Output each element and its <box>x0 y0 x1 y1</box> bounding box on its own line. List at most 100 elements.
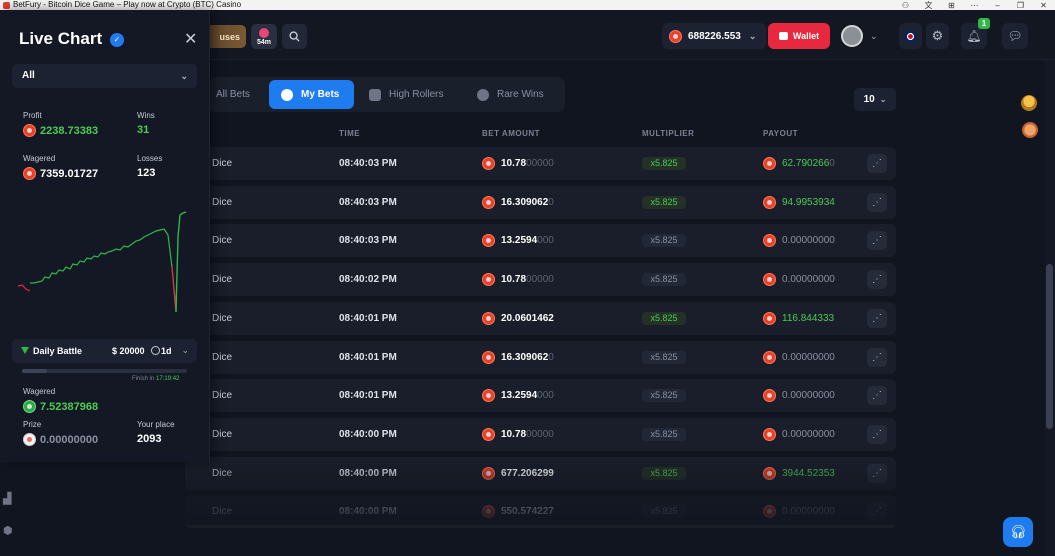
game-name: Dice <box>212 196 233 208</box>
wins-label: Wins <box>137 111 155 120</box>
profit-value: 2238.73383 <box>23 124 98 137</box>
payout-amount: 0.00000000 <box>782 351 835 363</box>
header-time: TIME <box>339 129 361 138</box>
multiplier-badge: x5.825 <box>642 195 686 209</box>
payout-amount: 62.7902660 <box>782 158 835 169</box>
user-icon <box>281 88 293 101</box>
bet-time: 08:40:02 PM <box>339 274 397 286</box>
timer-button[interactable]: 54m <box>251 24 277 49</box>
battle-arrow-icon <box>21 347 29 354</box>
wagered-value: 7359.01727 <box>23 167 98 180</box>
extensions-icon[interactable]: ⚇ <box>894 1 917 10</box>
translate-icon[interactable]: 文 <box>917 0 940 11</box>
table-row[interactable]: Dice 08:40:00 PM 10.7800000 x5.825 0.0000000… <box>185 417 896 451</box>
table-row[interactable]: Dice 08:40:00 PM 677.206299 x5.825 3944.5235… <box>185 456 896 490</box>
close-window-icon[interactable]: ✕ <box>1032 1 1055 10</box>
table-row[interactable]: Dice 08:40:00 PM 550.574227 x5.825 0.0000000… <box>185 495 896 529</box>
battle-progress-fill <box>22 369 47 373</box>
avatar <box>841 25 863 47</box>
scroll-thumb[interactable] <box>1046 264 1053 429</box>
game-name: Dice <box>212 467 233 479</box>
multiplier-badge: x5.825 <box>642 273 686 287</box>
betfury-coin-icon <box>482 273 495 287</box>
betfury-logo-icon <box>3 1 10 9</box>
rocket-icon <box>259 27 269 38</box>
more-icon[interactable]: ⋯ <box>963 1 986 10</box>
betfury-coin-icon <box>763 350 776 364</box>
share-icon[interactable]: ⋰ <box>867 386 887 406</box>
share-icon[interactable]: ⋰ <box>867 502 887 522</box>
language-button[interactable] <box>899 23 922 49</box>
cube-icon[interactable]: ⬢ <box>3 524 15 537</box>
game-name: Dice <box>212 158 233 169</box>
close-icon[interactable]: ✕ <box>184 29 197 49</box>
share-icon[interactable]: ⋰ <box>867 231 887 251</box>
table-row[interactable]: Dice 08:40:02 PM 10.7800000 x5.825 0.0000000… <box>185 263 896 297</box>
profit-label: Profit <box>23 111 42 120</box>
settings-button[interactable]: ⚙ <box>926 23 949 49</box>
table-row[interactable]: Dice 08:40:01 PM 13.2594000 x5.825 0.0000000… <box>185 379 896 413</box>
betfury-coin-icon <box>482 505 495 519</box>
betfury-coin-icon <box>763 234 776 248</box>
share-icon[interactable]: ⋰ <box>867 270 887 290</box>
balance-selector[interactable]: 688226.553 ⌄ <box>662 23 766 49</box>
share-icon[interactable]: ⋰ <box>867 424 887 444</box>
support-button[interactable]: 🎧︎ <box>1003 517 1033 547</box>
headset-icon: 🎧︎ <box>1009 524 1027 539</box>
wallet-icon <box>778 32 788 40</box>
battle-place-label: Your place <box>137 420 175 429</box>
battle-wagered-value: 7.52387968 <box>23 400 98 413</box>
daily-battle-select[interactable]: Daily Battle $ 20000 1d ⌄ <box>12 339 197 363</box>
bet-amount: 13.2594000 <box>501 235 554 247</box>
tab-my-bets[interactable]: My Bets <box>269 80 354 109</box>
app-icon[interactable]: ⊞ <box>940 1 963 10</box>
chat-button[interactable]: 💬︎ <box>1002 23 1028 49</box>
table-row[interactable]: Dice 08:40:03 PM 10.7800000 x5.825 62.790266… <box>185 147 896 180</box>
multiplier-badge: x5.825 <box>642 389 686 403</box>
tab-all-bets[interactable]: All Bets <box>216 80 276 109</box>
table-row[interactable]: Dice 08:40:03 PM 16.3090620 x5.825 94.995393… <box>185 185 896 219</box>
minimize-icon[interactable]: – <box>986 1 1009 10</box>
balance-value: 688226.553 <box>688 30 741 42</box>
tab-rare-wins[interactable]: Rare Wins <box>477 80 562 109</box>
clock-icon <box>151 346 160 355</box>
share-icon[interactable]: ⋰ <box>867 463 887 483</box>
stats-icon[interactable]: ▟ <box>3 492 15 505</box>
trophy-icon[interactable] <box>1021 95 1037 111</box>
betfury-coin-icon <box>763 389 776 403</box>
profit-line-recover <box>175 211 187 313</box>
bet-amount: 10.7800000 <box>501 274 554 286</box>
profile-menu[interactable]: ⌄ <box>841 23 889 49</box>
chevron-down-icon: ⌄ <box>870 30 878 41</box>
bet-amount: 20.0601462 <box>501 312 554 324</box>
mascot-icon[interactable] <box>1022 122 1038 138</box>
bet-time: 08:40:00 PM <box>339 467 397 479</box>
header-bet-amount: BET AMOUNT <box>482 129 541 138</box>
tab-high-rollers[interactable]: High Rollers <box>369 80 464 109</box>
prize-coin-icon <box>23 433 36 446</box>
share-icon[interactable]: ⋰ <box>867 308 887 328</box>
search-button[interactable] <box>282 24 307 49</box>
share-icon[interactable]: ⋰ <box>867 347 887 367</box>
table-row[interactable]: Dice 08:40:03 PM 13.2594000 x5.825 0.0000000… <box>185 224 896 258</box>
game-name: Dice <box>212 274 233 286</box>
chevron-down-icon: ⌄ <box>879 95 887 104</box>
game-name: Dice <box>212 428 233 440</box>
share-icon[interactable]: ⋰ <box>867 192 887 212</box>
wagered-label: Wagered <box>23 154 56 163</box>
page-size-select[interactable]: 10 ⌄ <box>854 88 896 111</box>
table-row[interactable]: Dice 08:40:01 PM 16.3090620 x5.825 0.0000000… <box>185 340 896 374</box>
dollar-coin-icon <box>23 400 36 413</box>
payout-amount: 0.00000000 <box>782 428 835 440</box>
chevron-down-icon: ⌄ <box>181 345 189 355</box>
payout-amount: 3944.52353 <box>782 467 835 479</box>
bet-time: 08:40:01 PM <box>339 312 397 324</box>
profit-line-up <box>30 228 177 311</box>
search-icon <box>289 31 300 42</box>
wallet-button[interactable]: Wallet <box>768 23 830 49</box>
chart-filter-select[interactable]: All ⌄ <box>12 64 197 88</box>
share-icon[interactable]: ⋰ <box>867 154 887 173</box>
table-row[interactable]: Dice 08:40:01 PM 20.0601462 x5.825 116.84433… <box>185 301 896 335</box>
maximize-icon[interactable]: ❐ <box>1009 1 1032 10</box>
battle-finish-time: 17:19:42 <box>156 376 180 382</box>
